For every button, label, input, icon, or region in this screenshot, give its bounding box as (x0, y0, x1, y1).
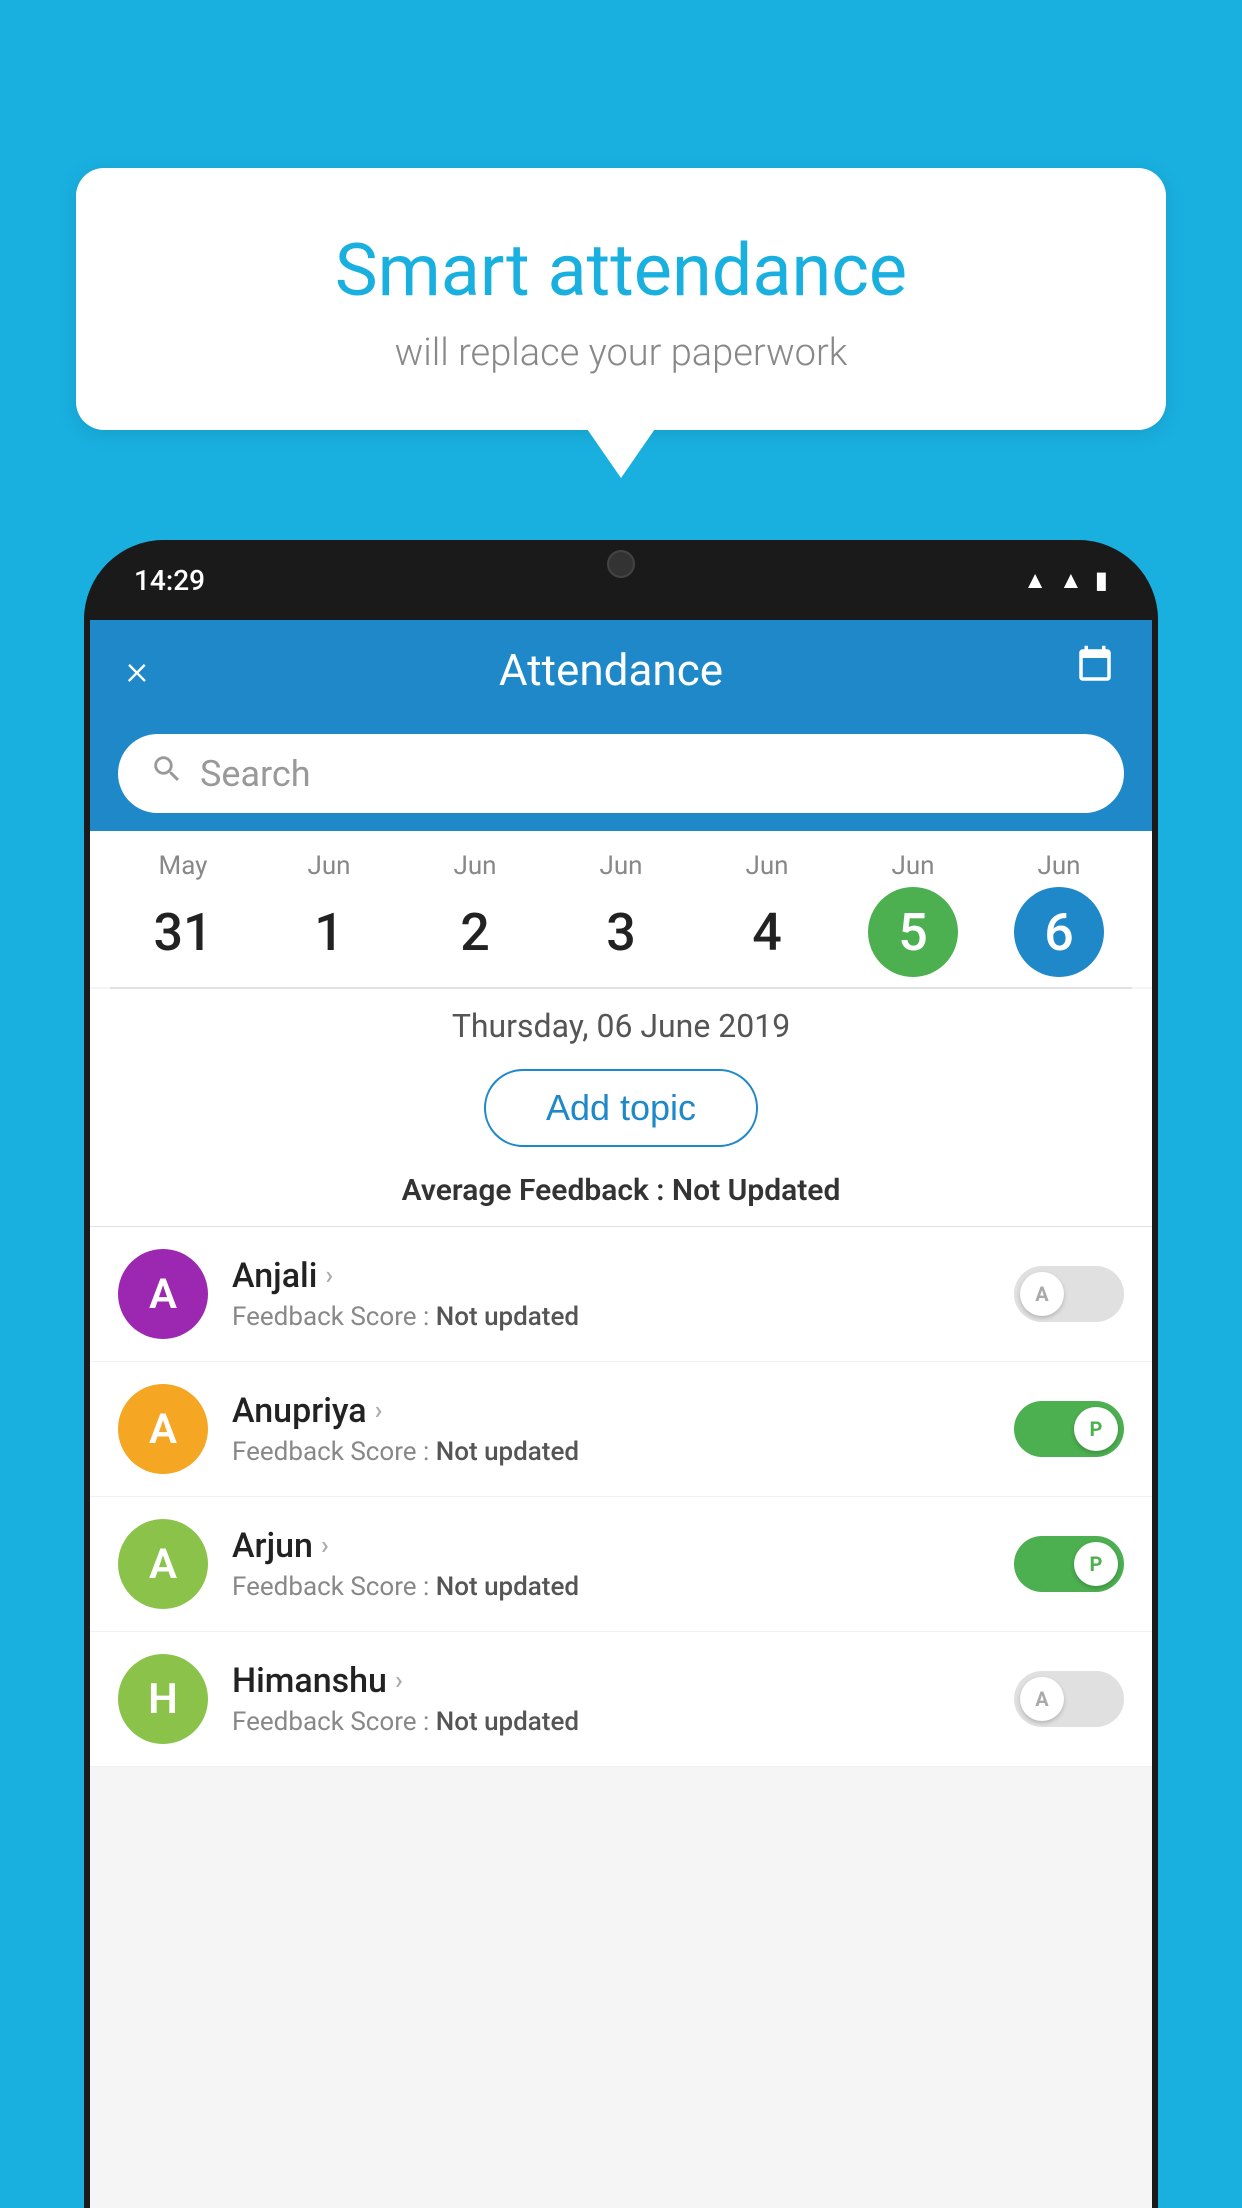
student-avatar: A (118, 1519, 208, 1609)
student-chevron: › (395, 1666, 403, 1696)
search-container: Search (90, 720, 1152, 831)
close-button[interactable]: × (126, 646, 148, 695)
status-time: 14:29 (134, 564, 205, 597)
app-header: × Attendance (90, 620, 1152, 720)
app-title: Attendance (499, 644, 723, 696)
student-chevron: › (321, 1531, 329, 1561)
student-name: Himanshu › (232, 1661, 990, 1701)
add-topic-container: Add topic (90, 1059, 1152, 1165)
student-item[interactable]: A Anupriya › Feedback Score : Not updated P (90, 1362, 1152, 1497)
cal-month-label: May (159, 851, 208, 881)
cal-date-label: 3 (576, 887, 666, 977)
attendance-toggle[interactable]: P (1014, 1536, 1124, 1592)
add-topic-button[interactable]: Add topic (484, 1069, 758, 1147)
student-avatar: A (118, 1384, 208, 1474)
student-list: AAnjali ›Feedback Score : Not updatedAAA… (90, 1227, 1152, 1767)
toggle-switch[interactable]: A (1014, 1266, 1124, 1322)
cal-month-label: Jun (599, 851, 642, 881)
search-bar[interactable]: Search (118, 734, 1124, 813)
cal-month-label: Jun (891, 851, 934, 881)
toggle-knob: P (1074, 1407, 1118, 1451)
cal-day-6[interactable]: Jun 6 (1004, 851, 1114, 977)
wifi-icon: ▲ (1023, 566, 1047, 595)
cal-month-label: Jun (453, 851, 496, 881)
average-feedback: Average Feedback : Not Updated (90, 1165, 1152, 1227)
student-name: Anupriya › (232, 1391, 990, 1431)
search-icon (150, 752, 184, 795)
calendar-icon[interactable] (1074, 644, 1116, 696)
student-feedback: Feedback Score : Not updated (232, 1302, 990, 1332)
status-icons: ▲ ▲ ▮ (1023, 566, 1108, 595)
phone-notch (561, 540, 681, 580)
cal-day-1[interactable]: Jun 1 (274, 851, 384, 977)
avg-feedback-label: Average Feedback : (402, 1173, 672, 1208)
search-placeholder: Search (200, 753, 311, 795)
attendance-toggle[interactable]: P (1014, 1401, 1124, 1457)
phone-frame: 14:29 ▲ ▲ ▮ × Attendance (84, 540, 1158, 2208)
phone-camera (607, 550, 635, 578)
student-item[interactable]: A Anjali › Feedback Score : Not updated A (90, 1227, 1152, 1362)
signal-icon: ▲ (1059, 566, 1083, 595)
toggle-switch[interactable]: A (1014, 1671, 1124, 1727)
phone-screen: × Attendance Search May 31 Jun 1 Jun 2 (90, 620, 1152, 2208)
toggle-switch[interactable]: P (1014, 1536, 1124, 1592)
student-chevron: › (375, 1396, 383, 1426)
student-name: Arjun › (232, 1526, 990, 1566)
cal-date-label: 1 (284, 887, 374, 977)
cal-date-label: 31 (138, 887, 228, 977)
attendance-toggle[interactable]: A (1014, 1671, 1124, 1727)
student-chevron: › (325, 1261, 333, 1291)
toggle-switch[interactable]: P (1014, 1401, 1124, 1457)
cal-month-label: Jun (745, 851, 788, 881)
student-info: Anupriya › Feedback Score : Not updated (232, 1391, 990, 1467)
student-avatar: A (118, 1249, 208, 1339)
student-info: Arjun › Feedback Score : Not updated (232, 1526, 990, 1602)
cal-day-2[interactable]: Jun 2 (420, 851, 530, 977)
student-item[interactable]: H Himanshu › Feedback Score : Not updated A (90, 1632, 1152, 1767)
cal-day-3[interactable]: Jun 3 (566, 851, 676, 977)
toggle-knob: A (1020, 1677, 1064, 1721)
cal-date-label: 2 (430, 887, 520, 977)
cal-day-5[interactable]: Jun 5 (858, 851, 968, 977)
toggle-knob: A (1020, 1272, 1064, 1316)
cal-month-label: Jun (1037, 851, 1080, 881)
attendance-toggle[interactable]: A (1014, 1266, 1124, 1322)
student-item[interactable]: A Arjun › Feedback Score : Not updated P (90, 1497, 1152, 1632)
bubble-subtitle: will replace your paperwork (136, 331, 1106, 375)
bubble-title: Smart attendance (136, 228, 1106, 313)
cal-date-label: 6 (1014, 887, 1104, 977)
student-name: Anjali › (232, 1256, 990, 1296)
student-info: Himanshu › Feedback Score : Not updated (232, 1661, 990, 1737)
speech-bubble: Smart attendance will replace your paper… (76, 168, 1166, 430)
student-avatar: H (118, 1654, 208, 1744)
student-feedback: Feedback Score : Not updated (232, 1572, 990, 1602)
student-feedback: Feedback Score : Not updated (232, 1437, 990, 1467)
student-info: Anjali › Feedback Score : Not updated (232, 1256, 990, 1332)
calendar-strip: May 31 Jun 1 Jun 2 Jun 3 Jun 4 Jun 5 Jun 6 (90, 831, 1152, 987)
battery-icon: ▮ (1095, 566, 1108, 594)
cal-day-4[interactable]: Jun 4 (712, 851, 822, 977)
cal-date-label: 5 (868, 887, 958, 977)
avg-feedback-value: Not Updated (672, 1173, 840, 1208)
toggle-knob: P (1074, 1542, 1118, 1586)
cal-day-0[interactable]: May 31 (128, 851, 238, 977)
status-bar: 14:29 ▲ ▲ ▮ (84, 540, 1158, 620)
student-feedback: Feedback Score : Not updated (232, 1707, 990, 1737)
selected-date: Thursday, 06 June 2019 (90, 989, 1152, 1059)
cal-date-label: 4 (722, 887, 812, 977)
cal-month-label: Jun (307, 851, 350, 881)
